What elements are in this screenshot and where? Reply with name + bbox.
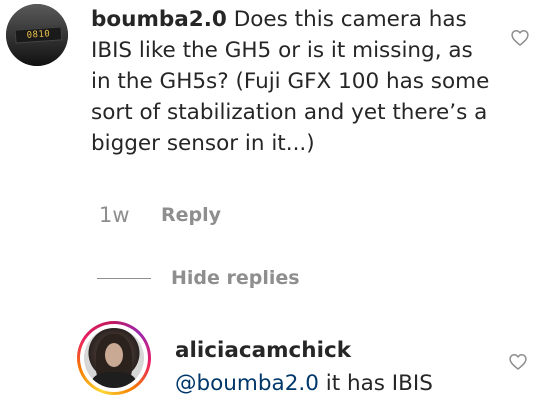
comment-timestamp: 1w [99, 203, 130, 227]
heart-icon[interactable] [510, 28, 530, 48]
hide-replies-button[interactable]: Hide replies [171, 264, 300, 292]
comment-meta: 1w Reply [99, 200, 221, 230]
comment-username[interactable]: boumba2.0 [91, 7, 227, 32]
comment-body: boumba2.0 Does this camera has IBIS like… [91, 4, 491, 159]
replier-avatar[interactable] [77, 321, 151, 395]
avatar-face [105, 343, 123, 367]
avatar-photo [84, 328, 144, 388]
hide-replies-divider [97, 278, 151, 279]
reply-mention[interactable]: @boumba2.0 [175, 371, 319, 396]
reply-text: it has IBIS [318, 371, 433, 396]
reply-body: @boumba2.0 it has IBIS [175, 369, 433, 399]
avatar-body [92, 372, 136, 388]
reply-username[interactable]: aliciacamchick [175, 336, 351, 366]
heart-icon[interactable] [508, 352, 528, 372]
reply-button[interactable]: Reply [161, 200, 221, 230]
commenter-avatar[interactable]: 0810 [6, 4, 68, 66]
